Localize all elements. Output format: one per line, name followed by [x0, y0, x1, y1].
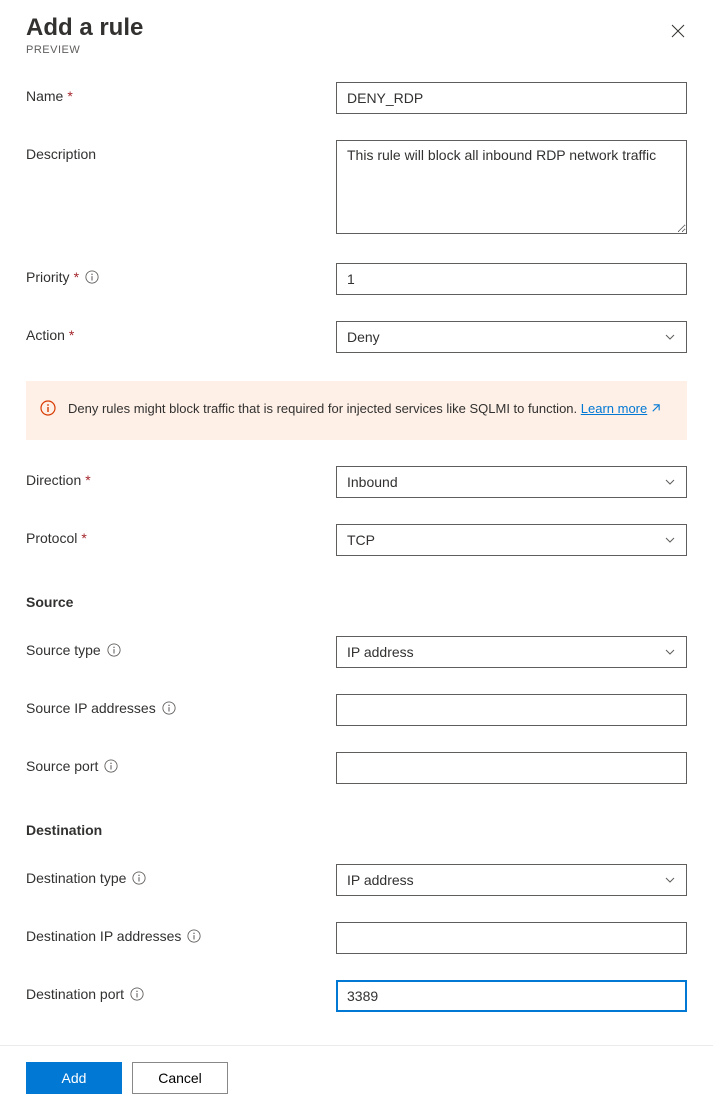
direction-select-value: Inbound	[347, 474, 398, 490]
source-port-input[interactable]	[336, 752, 687, 784]
required-star: *	[67, 88, 72, 104]
info-icon[interactable]	[85, 270, 99, 284]
panel-title: Add a rule	[26, 14, 143, 42]
direction-label: Direction*	[26, 466, 336, 488]
info-icon[interactable]	[107, 643, 121, 657]
destination-port-input[interactable]	[336, 980, 687, 1012]
destination-type-label: Destination type	[26, 864, 336, 886]
destination-type-select[interactable]: IP address	[336, 864, 687, 896]
action-select[interactable]: Deny	[336, 321, 687, 353]
close-icon	[671, 24, 685, 38]
learn-more-link[interactable]: Learn more	[581, 401, 661, 416]
cancel-button[interactable]: Cancel	[132, 1062, 228, 1094]
info-icon	[40, 400, 56, 416]
required-star: *	[74, 269, 79, 285]
priority-label: Priority*	[26, 263, 336, 285]
chevron-down-icon	[664, 534, 676, 546]
chevron-down-icon	[664, 476, 676, 488]
destination-ip-label: Destination IP addresses	[26, 922, 336, 944]
source-type-select-value: IP address	[347, 644, 414, 660]
protocol-label: Protocol*	[26, 524, 336, 546]
info-icon[interactable]	[130, 987, 144, 1001]
info-icon[interactable]	[162, 701, 176, 715]
source-section-heading: Source	[26, 594, 687, 610]
destination-type-select-value: IP address	[347, 872, 414, 888]
action-select-value: Deny	[347, 329, 380, 345]
deny-warning-bar: Deny rules might block traffic that is r…	[26, 381, 687, 440]
required-star: *	[85, 472, 90, 488]
source-ip-label: Source IP addresses	[26, 694, 336, 716]
source-type-select[interactable]: IP address	[336, 636, 687, 668]
panel-footer: Add Cancel	[0, 1045, 713, 1110]
close-button[interactable]	[663, 16, 693, 46]
protocol-select-value: TCP	[347, 532, 375, 548]
required-star: *	[81, 530, 86, 546]
source-type-label: Source type	[26, 636, 336, 658]
protocol-select[interactable]: TCP	[336, 524, 687, 556]
chevron-down-icon	[664, 331, 676, 343]
action-label: Action*	[26, 321, 336, 343]
panel-header: Add a rule PREVIEW	[26, 14, 687, 56]
name-label: Name*	[26, 82, 336, 104]
destination-port-label: Destination port	[26, 980, 336, 1002]
chevron-down-icon	[664, 874, 676, 886]
source-port-label: Source port	[26, 752, 336, 774]
preview-badge: PREVIEW	[26, 44, 143, 56]
chevron-down-icon	[664, 646, 676, 658]
name-input[interactable]	[336, 82, 687, 114]
info-icon[interactable]	[104, 759, 118, 773]
priority-input[interactable]	[336, 263, 687, 295]
description-textarea[interactable]: This rule will block all inbound RDP net…	[336, 140, 687, 234]
info-icon[interactable]	[187, 929, 201, 943]
info-icon[interactable]	[132, 871, 146, 885]
required-star: *	[69, 327, 74, 343]
warning-text: Deny rules might block traffic that is r…	[68, 401, 581, 416]
destination-section-heading: Destination	[26, 822, 687, 838]
source-ip-input[interactable]	[336, 694, 687, 726]
external-link-icon	[650, 403, 661, 414]
add-button[interactable]: Add	[26, 1062, 122, 1094]
direction-select[interactable]: Inbound	[336, 466, 687, 498]
description-label: Description	[26, 140, 336, 162]
destination-ip-input[interactable]	[336, 922, 687, 954]
